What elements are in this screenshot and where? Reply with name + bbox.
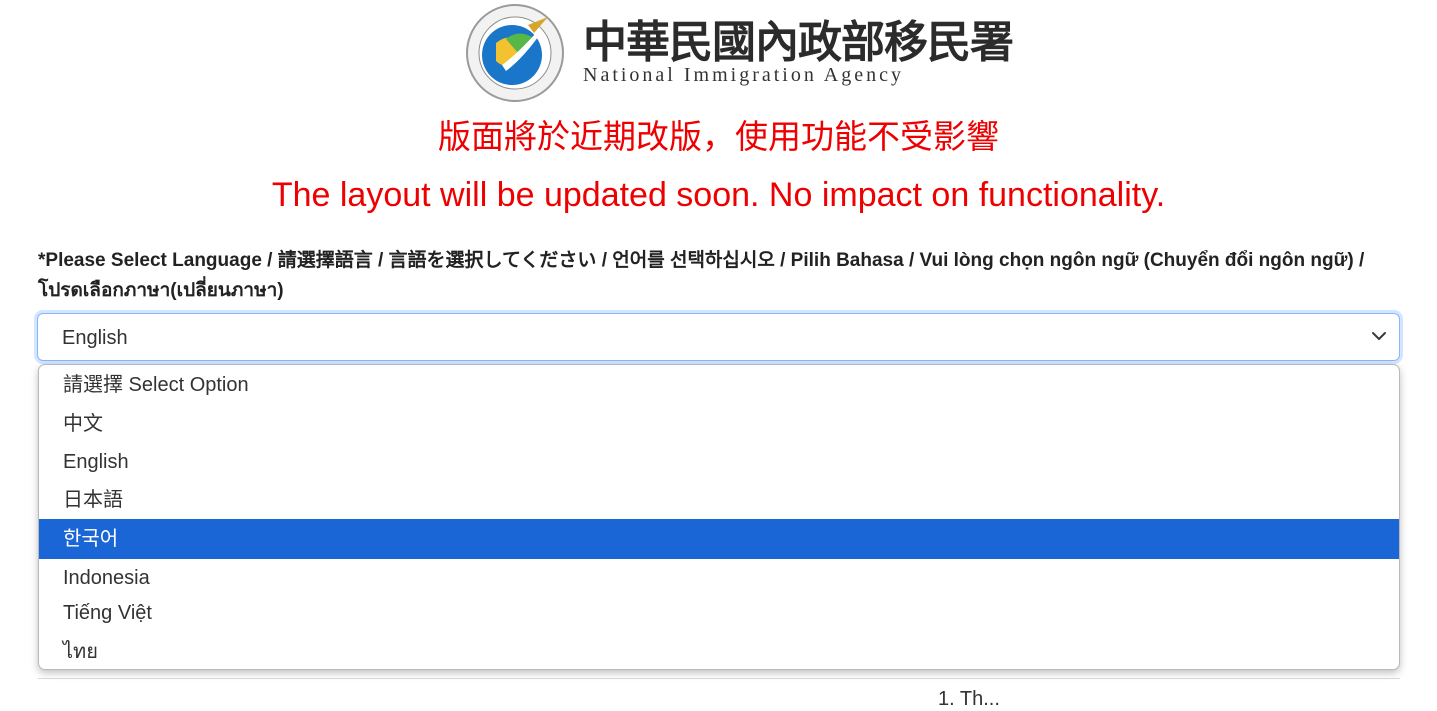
language-select-value: English bbox=[62, 327, 128, 349]
language-option[interactable]: 日本語 bbox=[39, 481, 1399, 519]
background-divider bbox=[38, 678, 1400, 679]
language-option[interactable]: Indonesia bbox=[39, 559, 1399, 596]
language-select-label: *Please Select Language / 請選擇語言 / 言語を選択し… bbox=[38, 250, 1365, 301]
agency-name-en: National Immigration Agency bbox=[583, 64, 904, 86]
page-header: 中華民國內政部移民署 National Immigration Agency bbox=[0, 0, 1437, 110]
agency-name-zh: 中華民國內政部移民署 bbox=[583, 17, 1014, 68]
language-option[interactable]: Tiếng Việt bbox=[39, 596, 1399, 633]
language-option[interactable]: 中文 bbox=[39, 405, 1399, 443]
language-select[interactable]: English bbox=[37, 313, 1400, 361]
layout-notice-zh: 版面將於近期改版，使用功能不受影響 bbox=[438, 117, 999, 156]
language-option-highlighted[interactable]: 한국어 bbox=[39, 519, 1399, 559]
language-dropdown-list[interactable]: 請選擇 Select Option 中文 English 日本語 한국어 Ind… bbox=[38, 364, 1400, 670]
chevron-down-icon bbox=[1371, 328, 1387, 344]
layout-notice-en: The layout will be updated soon. No impa… bbox=[271, 176, 1166, 214]
language-option[interactable]: 請選擇 Select Option bbox=[39, 365, 1399, 405]
agency-seal-logo bbox=[462, 3, 568, 103]
language-option[interactable]: ไทย bbox=[39, 633, 1399, 669]
language-option[interactable]: English bbox=[39, 443, 1399, 481]
